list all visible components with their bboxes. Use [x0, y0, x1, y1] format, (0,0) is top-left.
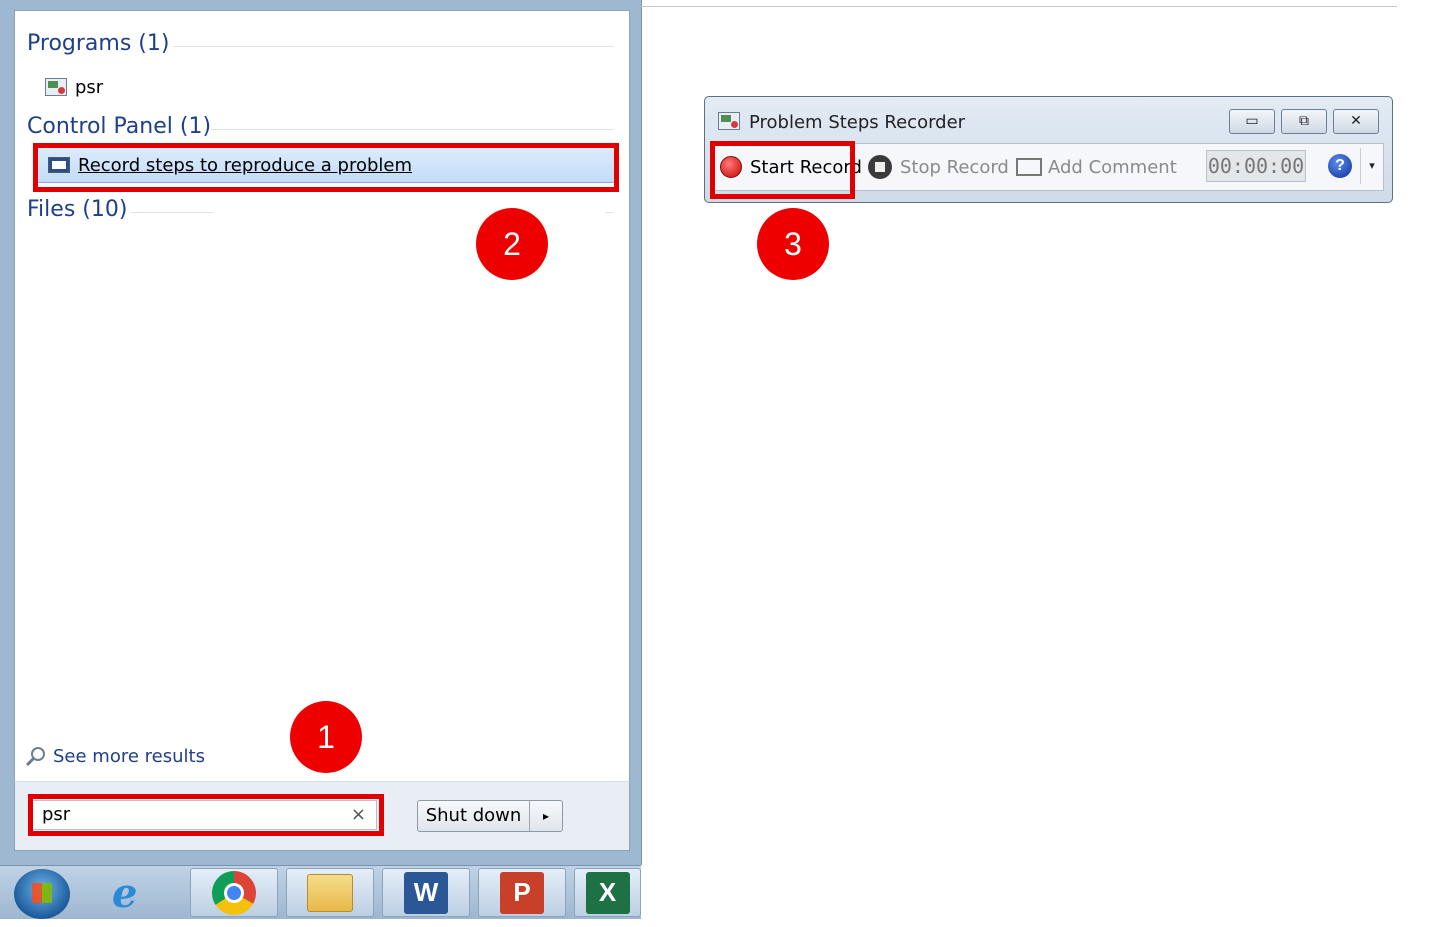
see-more-results-link[interactable]: See more results [25, 745, 205, 767]
add-comment-label: Add Comment [1048, 156, 1177, 178]
control-panel-header[interactable]: Control Panel (1) [27, 114, 211, 139]
divider [131, 212, 213, 213]
highlight-start-record [710, 141, 855, 199]
stop-record-label: Stop Record [900, 156, 1009, 178]
highlight-record-steps [33, 143, 619, 192]
search-results-panel: Programs (1) psr Control Panel (1) Recor… [14, 10, 630, 782]
shutdown-button-group: Shut down ▸ [417, 800, 563, 832]
divider [211, 129, 613, 130]
step-badge-3: 3 [757, 208, 829, 280]
folder-icon [307, 873, 353, 912]
step-badge-1: 1 [290, 701, 362, 773]
files-header[interactable]: Files (10) [27, 197, 127, 222]
stop-icon [868, 155, 892, 179]
taskbar-file-explorer[interactable] [286, 868, 374, 917]
settings-dropdown-arrow-icon[interactable]: ▾ [1360, 148, 1383, 184]
powerpoint-icon: P [500, 871, 544, 914]
programs-header[interactable]: Programs (1) [27, 31, 169, 56]
elapsed-timer: 00:00:00 [1206, 150, 1306, 182]
comment-icon [1016, 158, 1042, 176]
chrome-icon [212, 870, 256, 915]
help-icon[interactable]: ? [1328, 154, 1352, 178]
taskbar-chrome[interactable] [190, 868, 278, 917]
taskbar-powerpoint[interactable]: P [478, 868, 566, 917]
highlight-search-box [28, 794, 384, 836]
windows-start-orb[interactable] [14, 869, 70, 919]
psr-icon [45, 78, 67, 96]
psr-icon [718, 112, 740, 130]
word-icon: W [404, 871, 448, 914]
search-icon [25, 747, 45, 767]
divider [173, 46, 613, 47]
window-title: Problem Steps Recorder [749, 112, 966, 133]
internet-explorer-icon[interactable]: e [112, 870, 137, 917]
taskbar-word[interactable]: W [382, 868, 470, 917]
minimize-button[interactable]: ▭ [1229, 109, 1275, 134]
excel-icon: X [585, 871, 630, 914]
step-badge-2: 2 [476, 208, 548, 280]
divider [605, 212, 613, 213]
taskbar-excel[interactable]: X [574, 868, 641, 917]
taskbar: W P X [0, 865, 641, 919]
divider [641, 6, 1397, 7]
shutdown-options-arrow-icon[interactable]: ▸ [530, 801, 562, 831]
restore-button[interactable]: ⧉ [1281, 109, 1327, 134]
program-item-psr[interactable]: psr [45, 74, 103, 100]
stop-record-button[interactable]: Stop Record [868, 144, 1009, 190]
see-more-label: See more results [53, 745, 205, 767]
program-item-label: psr [75, 76, 104, 98]
close-button[interactable]: ✕ [1333, 109, 1379, 134]
add-comment-button[interactable]: Add Comment [1016, 144, 1177, 190]
shutdown-button[interactable]: Shut down [418, 801, 530, 831]
